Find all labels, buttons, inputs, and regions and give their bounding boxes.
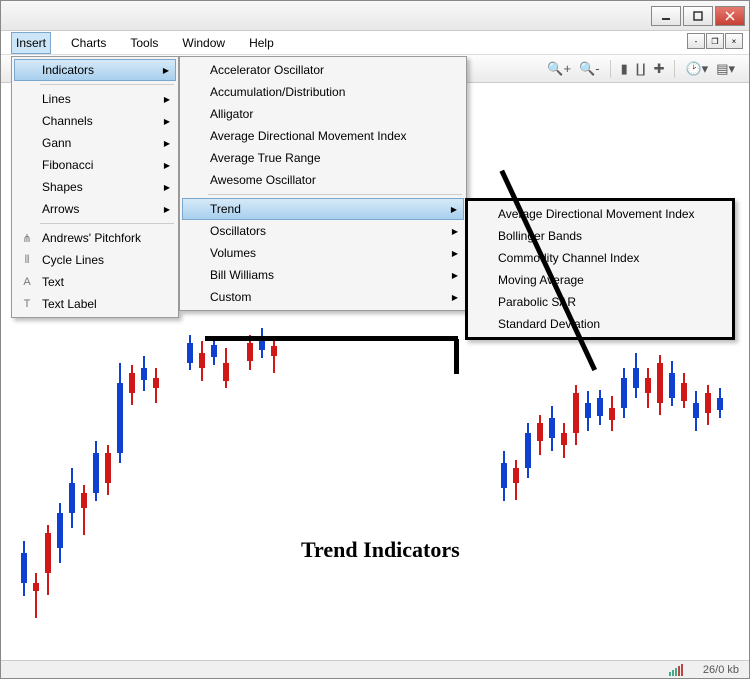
menu-item-accelerator-oscillator[interactable]: Accelerator Oscillator — [182, 59, 464, 81]
menu-insert[interactable]: Insert — [11, 32, 51, 54]
menu-item-cycle-lines[interactable]: ⦀Cycle Lines — [14, 249, 176, 271]
text-icon: A — [18, 276, 36, 288]
minimize-button[interactable] — [651, 6, 681, 26]
menu-item-bollinger-bands[interactable]: Bollinger Bands — [470, 225, 730, 247]
mdi-close-button[interactable]: × — [725, 33, 743, 49]
menu-item-arrows[interactable]: Arrows — [14, 198, 176, 220]
menu-item-shapes[interactable]: Shapes — [14, 176, 176, 198]
menu-item-text-label[interactable]: TText Label — [14, 293, 176, 315]
menu-item-cci[interactable]: Commodity Channel Index — [470, 247, 730, 269]
menubar: Insert Charts Tools Window Help — [1, 31, 749, 55]
candle-chart-icon[interactable]: ∐ — [636, 61, 646, 77]
mdi-restore-button[interactable]: ❐ — [706, 33, 724, 49]
maximize-button[interactable] — [683, 6, 713, 26]
bar-chart-icon[interactable]: ▮ — [621, 61, 628, 77]
menu-help[interactable]: Help — [245, 33, 278, 53]
window-controls — [651, 6, 745, 26]
zoom-in-icon[interactable]: 🔍+ — [547, 61, 571, 77]
menu-item-lines[interactable]: Lines — [14, 88, 176, 110]
menu-tools[interactable]: Tools — [126, 33, 162, 53]
annotation-label: Trend Indicators — [301, 537, 460, 563]
close-button[interactable] — [715, 6, 745, 26]
connection-bars-icon — [669, 664, 683, 676]
menu-item-indicators[interactable]: Indicators — [14, 59, 176, 81]
menu-item-trend-adx[interactable]: Average Directional Movement Index — [470, 203, 730, 225]
window-titlebar — [1, 1, 749, 31]
cycle-lines-icon: ⦀ — [18, 254, 36, 267]
menu-item-oscillators[interactable]: Oscillators — [182, 220, 464, 242]
menu-item-volumes[interactable]: Volumes — [182, 242, 464, 264]
menu-item-gann[interactable]: Gann — [14, 132, 176, 154]
pitchfork-icon: ⋔ — [18, 232, 36, 245]
trend-submenu: Average Directional Movement Index Bolli… — [465, 198, 735, 340]
menu-item-atr[interactable]: Average True Range — [182, 147, 464, 169]
template-icon[interactable]: ▤▾ — [716, 61, 735, 77]
menu-item-moving-average[interactable]: Moving Average — [470, 269, 730, 291]
line-chart-icon[interactable]: ✚ — [654, 61, 665, 77]
menu-charts[interactable]: Charts — [67, 33, 110, 53]
indicators-submenu: Accelerator Oscillator Accumulation/Dist… — [179, 56, 467, 311]
menu-item-custom[interactable]: Custom — [182, 286, 464, 308]
menu-item-text[interactable]: AText — [14, 271, 176, 293]
menu-item-alligator[interactable]: Alligator — [182, 103, 464, 125]
text-label-icon: T — [18, 298, 36, 310]
menu-item-fibonacci[interactable]: Fibonacci — [14, 154, 176, 176]
menu-item-channels[interactable]: Channels — [14, 110, 176, 132]
menu-item-adx[interactable]: Average Directional Movement Index — [182, 125, 464, 147]
menu-item-parabolic-sar[interactable]: Parabolic SAR — [470, 291, 730, 313]
menu-item-standard-deviation[interactable]: Standard Deviation — [470, 313, 730, 335]
status-kb: 26/0 kb — [703, 664, 739, 676]
mdi-minimize-button[interactable]: - — [687, 33, 705, 49]
menu-window[interactable]: Window — [178, 33, 229, 53]
zoom-out-icon[interactable]: 🔍- — [579, 61, 600, 77]
mdi-window-controls: - ❐ × — [687, 33, 743, 49]
shift-chart-icon[interactable]: 🕑▾ — [685, 61, 708, 77]
menu-item-andrews-pitchfork[interactable]: ⋔Andrews' Pitchfork — [14, 227, 176, 249]
menu-item-awesome-oscillator[interactable]: Awesome Oscillator — [182, 169, 464, 191]
statusbar: 26/0 kb — [1, 660, 749, 678]
menu-item-bill-williams[interactable]: Bill Williams — [182, 264, 464, 286]
menu-item-trend[interactable]: Trend — [182, 198, 464, 220]
insert-dropdown-menu: Indicators Lines Channels Gann Fibonacci… — [11, 56, 179, 318]
menu-item-accumulation-distribution[interactable]: Accumulation/Distribution — [182, 81, 464, 103]
